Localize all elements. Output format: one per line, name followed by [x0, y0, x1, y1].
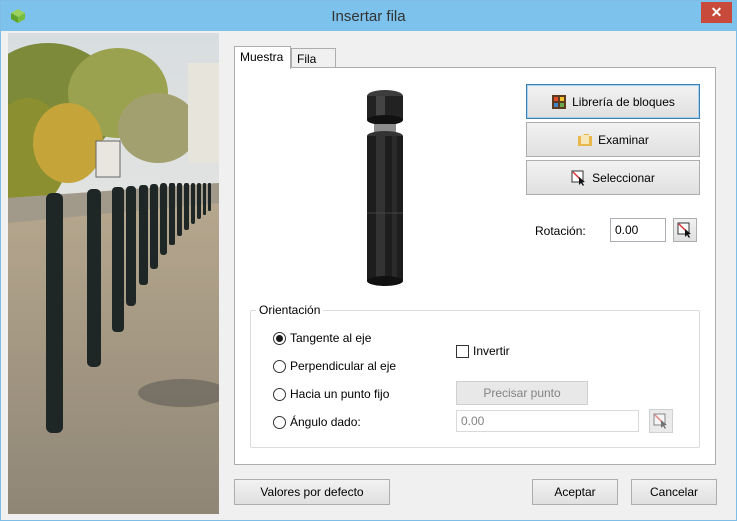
rotation-input[interactable]	[610, 218, 666, 242]
angle-input[interactable]	[456, 410, 639, 432]
select-button[interactable]: Seleccionar	[526, 160, 700, 195]
radio-perpendicular-dot[interactable]	[273, 359, 286, 373]
cancel-button[interactable]: Cancelar	[631, 479, 717, 505]
accept-button[interactable]: Aceptar	[532, 479, 618, 505]
insert-row-dialog: Insertar fila ✕ Muestra Fila Librería de…	[0, 0, 737, 521]
invert-checkbox-row[interactable]: Invertir	[456, 344, 510, 358]
cancel-label: Cancelar	[649, 485, 699, 499]
tab-fila[interactable]: Fila	[291, 48, 336, 68]
block-library-button[interactable]: Librería de bloques	[526, 84, 700, 119]
block-preview-bollard	[367, 90, 403, 286]
window-title: Insertar fila	[331, 8, 406, 25]
select-cursor-icon	[571, 170, 586, 186]
close-button[interactable]: ✕	[701, 2, 732, 23]
radio-perpendicular-label: Perpendicular al eje	[290, 359, 397, 373]
angle-pick-button[interactable]	[649, 409, 673, 433]
radio-given-angle[interactable]: Ángulo dado:	[273, 415, 361, 429]
block-library-icon	[552, 94, 567, 109]
browse-label: Examinar	[598, 132, 649, 147]
orientation-title: Orientación	[256, 303, 324, 317]
radio-tangent-label: Tangente al eje	[290, 331, 372, 345]
radio-fixed-point-label: Hacia un punto fijo	[290, 387, 390, 401]
radio-given-angle-dot[interactable]	[273, 415, 286, 429]
tab-muestra[interactable]: Muestra	[234, 46, 291, 69]
rotation-label: Rotación:	[535, 224, 586, 238]
orientation-group: Orientación Tangente al eje Perpendicula…	[250, 303, 700, 448]
specify-point-label: Precisar punto	[483, 386, 561, 400]
title-bar[interactable]: Insertar fila ✕	[1, 1, 736, 31]
accept-label: Aceptar	[554, 485, 596, 499]
bollard-row-photo	[8, 33, 219, 514]
specify-point-button[interactable]: Precisar punto	[456, 381, 588, 405]
radio-given-angle-label: Ángulo dado:	[290, 415, 361, 429]
invert-checkbox[interactable]	[456, 344, 469, 358]
tab-panel-muestra: Librería de bloques Examinar Seleccionar…	[234, 67, 716, 465]
browse-button[interactable]: Examinar	[526, 122, 700, 157]
select-label: Seleccionar	[592, 170, 655, 185]
pick-cursor-icon	[653, 413, 667, 429]
folder-icon	[578, 133, 593, 146]
defaults-button[interactable]: Valores por defecto	[234, 479, 390, 505]
radio-tangent[interactable]: Tangente al eje	[273, 331, 371, 345]
rotation-pick-button[interactable]	[673, 218, 697, 242]
radio-fixed-point[interactable]: Hacia un punto fijo	[273, 387, 389, 401]
radio-tangent-dot[interactable]	[273, 331, 286, 345]
invert-label: Invertir	[473, 344, 510, 358]
block-library-label: Librería de bloques	[572, 94, 675, 109]
defaults-label: Valores por defecto	[260, 485, 364, 499]
pick-cursor-icon	[677, 222, 691, 238]
dialog-client: Muestra Fila Librería de bloques Examina…	[8, 31, 729, 514]
radio-perpendicular[interactable]: Perpendicular al eje	[273, 359, 396, 373]
radio-fixed-point-dot[interactable]	[273, 387, 286, 401]
